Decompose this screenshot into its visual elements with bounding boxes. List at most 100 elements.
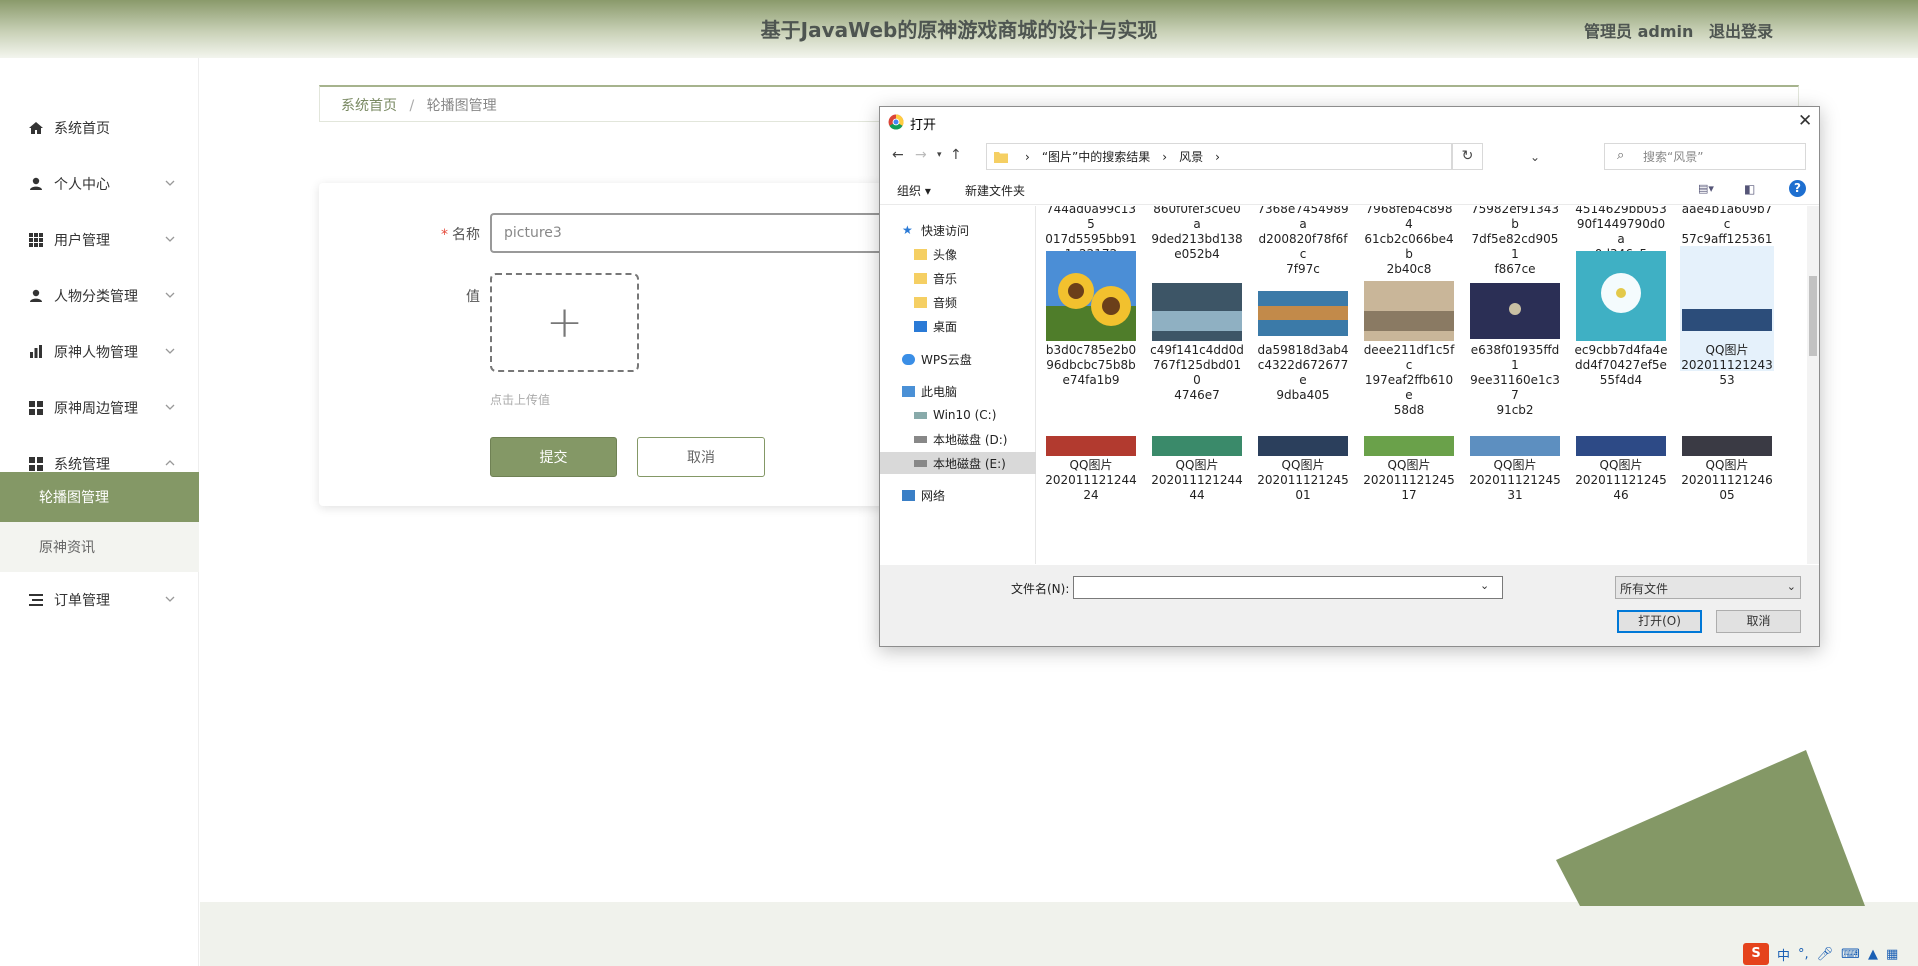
image-upload-box[interactable]: + bbox=[490, 273, 639, 372]
file-item[interactable]: QQ图片 20201112124605 bbox=[1680, 436, 1774, 503]
sidebar-item-characters[interactable]: 原神人物管理 bbox=[0, 332, 199, 372]
skin-icon[interactable]: ▲ bbox=[1868, 947, 1878, 962]
file-item[interactable]: b3d0c785e2b0 96dbcbc75b8b e74fa1b9 bbox=[1044, 251, 1138, 387]
tree-item-quick-access[interactable]: ★ 快速访问 bbox=[902, 219, 969, 241]
keyboard-icon[interactable]: ⌨ bbox=[1841, 947, 1860, 962]
sidebar-subitem-news[interactable]: 原神资讯 bbox=[0, 522, 199, 572]
file-item-selected[interactable]: QQ图片 20201112124353 bbox=[1680, 246, 1774, 387]
file-type-value: 所有文件 bbox=[1620, 582, 1669, 596]
tree-item-avatar[interactable]: 头像 bbox=[914, 243, 957, 265]
sidebar-item-orders[interactable]: 订单管理 bbox=[0, 580, 199, 620]
flower-thumbnail bbox=[1576, 251, 1666, 341]
microphone-icon[interactable]: 🎤︎ bbox=[1817, 947, 1834, 962]
file-item[interactable]: ec9cbb7d4fa4e dd4f70427ef5e 55f4d4 bbox=[1574, 251, 1668, 387]
tree-label: 本地磁盘 (E:) bbox=[933, 456, 1006, 471]
sidebar-item-label: 原神人物管理 bbox=[54, 345, 138, 361]
folder-icon bbox=[914, 248, 927, 260]
new-folder-button[interactable]: 新建文件夹 bbox=[965, 182, 1025, 199]
file-list-scrollbar[interactable] bbox=[1807, 206, 1819, 564]
file-name: da59818d3ab4 c4322d672677e 9dba405 bbox=[1257, 343, 1349, 402]
organize-button[interactable]: 组织 ▾ bbox=[897, 182, 931, 199]
landscape-thumbnail bbox=[1258, 436, 1348, 456]
up-arrow-icon[interactable]: ↑ bbox=[950, 147, 962, 163]
tree-label: 音频 bbox=[933, 295, 958, 310]
search-input[interactable]: ⌕ 搜索“风景” bbox=[1604, 143, 1806, 170]
back-arrow-icon[interactable]: ← bbox=[892, 147, 904, 163]
sidebar-item-label: 系统管理 bbox=[54, 457, 110, 473]
ime-mode-label[interactable]: 中 bbox=[1777, 945, 1790, 964]
dialog-titlebar[interactable]: 打开 ✕ bbox=[880, 107, 1819, 137]
landscape-thumbnail bbox=[1152, 436, 1242, 456]
sidebar: 系统首页 个人中心 用户管理 人物分类管理 原神人物管理 原神周边管理 系统管理… bbox=[0, 58, 199, 966]
sidebar-item-home[interactable]: 系统首页 bbox=[0, 108, 199, 148]
footer-band bbox=[200, 902, 1918, 966]
tree-item-drive-c[interactable]: Win10 (C:) bbox=[914, 404, 996, 426]
address-chevron-icon: › bbox=[1025, 149, 1030, 164]
home-icon bbox=[29, 122, 43, 134]
sogou-ime-icon[interactable]: S bbox=[1743, 943, 1769, 965]
chevron-down-icon[interactable]: ⌄ bbox=[1480, 579, 1489, 592]
file-type-select[interactable]: 所有文件 ⌄ bbox=[1615, 576, 1801, 599]
cancel-button[interactable]: 取消 bbox=[637, 437, 765, 477]
forward-arrow-icon[interactable]: → bbox=[915, 147, 927, 163]
network-icon bbox=[902, 489, 915, 501]
landscape-thumbnail bbox=[1576, 436, 1666, 456]
preview-pane-icon[interactable]: ◧ bbox=[1744, 182, 1755, 196]
refresh-icon[interactable]: ↻ bbox=[1452, 143, 1483, 170]
file-name: QQ图片 20201112124531 bbox=[1469, 458, 1561, 502]
landscape-thumbnail bbox=[1682, 436, 1772, 456]
file-name: QQ图片 20201112124605 bbox=[1681, 458, 1773, 502]
tree-item-music[interactable]: 音乐 bbox=[914, 267, 957, 289]
tree-item-network[interactable]: 网络 bbox=[902, 484, 945, 506]
file-item[interactable]: QQ图片 20201112124546 bbox=[1574, 436, 1668, 503]
file-item[interactable]: e638f01935ffd1 9ee31160e1c37 91cb2 bbox=[1468, 251, 1562, 417]
submit-button[interactable]: 提交 bbox=[490, 437, 617, 477]
sidebar-item-personal[interactable]: 个人中心 bbox=[0, 164, 199, 204]
file-open-dialog: 打开 ✕ ← → ▾ ↑ › “图片”中的搜索结果 › 风景 › ⌄ ↻ ⌕ 搜… bbox=[879, 106, 1820, 647]
tree-item-this-pc[interactable]: 此电脑 bbox=[902, 380, 957, 402]
file-name: e638f01935ffd1 9ee31160e1c37 91cb2 bbox=[1470, 343, 1560, 417]
tree-item-wps-cloud[interactable]: WPS云盘 bbox=[902, 348, 972, 370]
file-item[interactable]: QQ图片 20201112124517 bbox=[1362, 436, 1456, 503]
punctuation-icon[interactable]: °, bbox=[1798, 947, 1809, 962]
breadcrumb-home-link[interactable]: 系统首页 bbox=[341, 98, 397, 114]
filename-input[interactable] bbox=[1073, 576, 1503, 599]
admin-user-label: 管理员 admin bbox=[1584, 22, 1694, 41]
file-item[interactable]: QQ图片 20201112124444 bbox=[1150, 436, 1244, 503]
help-icon[interactable]: ? bbox=[1789, 180, 1806, 197]
computer-icon bbox=[902, 385, 915, 397]
file-item[interactable]: c49f141c4dd0d 767f125dbd010 4746e7 bbox=[1150, 251, 1244, 402]
sidebar-item-merch[interactable]: 原神周边管理 bbox=[0, 388, 199, 428]
dialog-cancel-button[interactable]: 取消 bbox=[1716, 610, 1801, 633]
sidebar-item-category[interactable]: 人物分类管理 bbox=[0, 276, 199, 316]
file-item[interactable]: deee211df1c5fc 197eaf2ffb610e 58d8 bbox=[1362, 251, 1456, 417]
tools-grid-icon[interactable]: ▦ bbox=[1886, 947, 1898, 962]
file-item[interactable]: QQ图片 20201112124424 bbox=[1044, 436, 1138, 503]
chevron-down-icon bbox=[165, 292, 175, 298]
tree-item-drive-d[interactable]: 本地磁盘 (D:) bbox=[914, 428, 1007, 450]
address-bar[interactable]: › “图片”中的搜索结果 › 风景 › ⌄ bbox=[986, 143, 1540, 170]
sidebar-item-label: 用户管理 bbox=[54, 233, 110, 249]
address-segment-search[interactable]: “图片”中的搜索结果 bbox=[1042, 148, 1150, 165]
logout-link[interactable]: 退出登录 bbox=[1709, 22, 1773, 41]
tree-item-audio[interactable]: 音频 bbox=[914, 291, 957, 313]
sidebar-item-label: 订单管理 bbox=[54, 593, 110, 609]
sidebar-subitem-carousel[interactable]: 轮播图管理 bbox=[0, 472, 199, 522]
chevron-down-icon bbox=[165, 596, 175, 602]
file-item[interactable]: da59818d3ab4 c4322d672677e 9dba405 bbox=[1256, 251, 1350, 402]
close-icon[interactable]: ✕ bbox=[1798, 111, 1812, 131]
sidebar-item-users[interactable]: 用户管理 bbox=[0, 220, 199, 260]
tree-item-drive-e[interactable]: 本地磁盘 (E:) bbox=[880, 452, 1036, 474]
open-button[interactable]: 打开(O) bbox=[1617, 610, 1702, 633]
file-item[interactable]: QQ图片 20201112124501 bbox=[1256, 436, 1350, 503]
plus-icon: + bbox=[546, 297, 583, 348]
history-dropdown-icon[interactable]: ▾ bbox=[937, 150, 942, 160]
address-segment-folder[interactable]: 风景 bbox=[1179, 148, 1203, 165]
folder-icon bbox=[914, 272, 927, 284]
file-item[interactable]: QQ图片 20201112124531 bbox=[1468, 436, 1562, 503]
chevron-down-icon[interactable]: ⌄ bbox=[1530, 150, 1540, 164]
view-options-icon[interactable]: ▤▾ bbox=[1698, 182, 1714, 195]
scrollbar-thumb[interactable] bbox=[1809, 276, 1817, 356]
sidebar-item-label: 系统首页 bbox=[54, 121, 110, 137]
tree-item-desktop[interactable]: 桌面 bbox=[914, 315, 957, 337]
